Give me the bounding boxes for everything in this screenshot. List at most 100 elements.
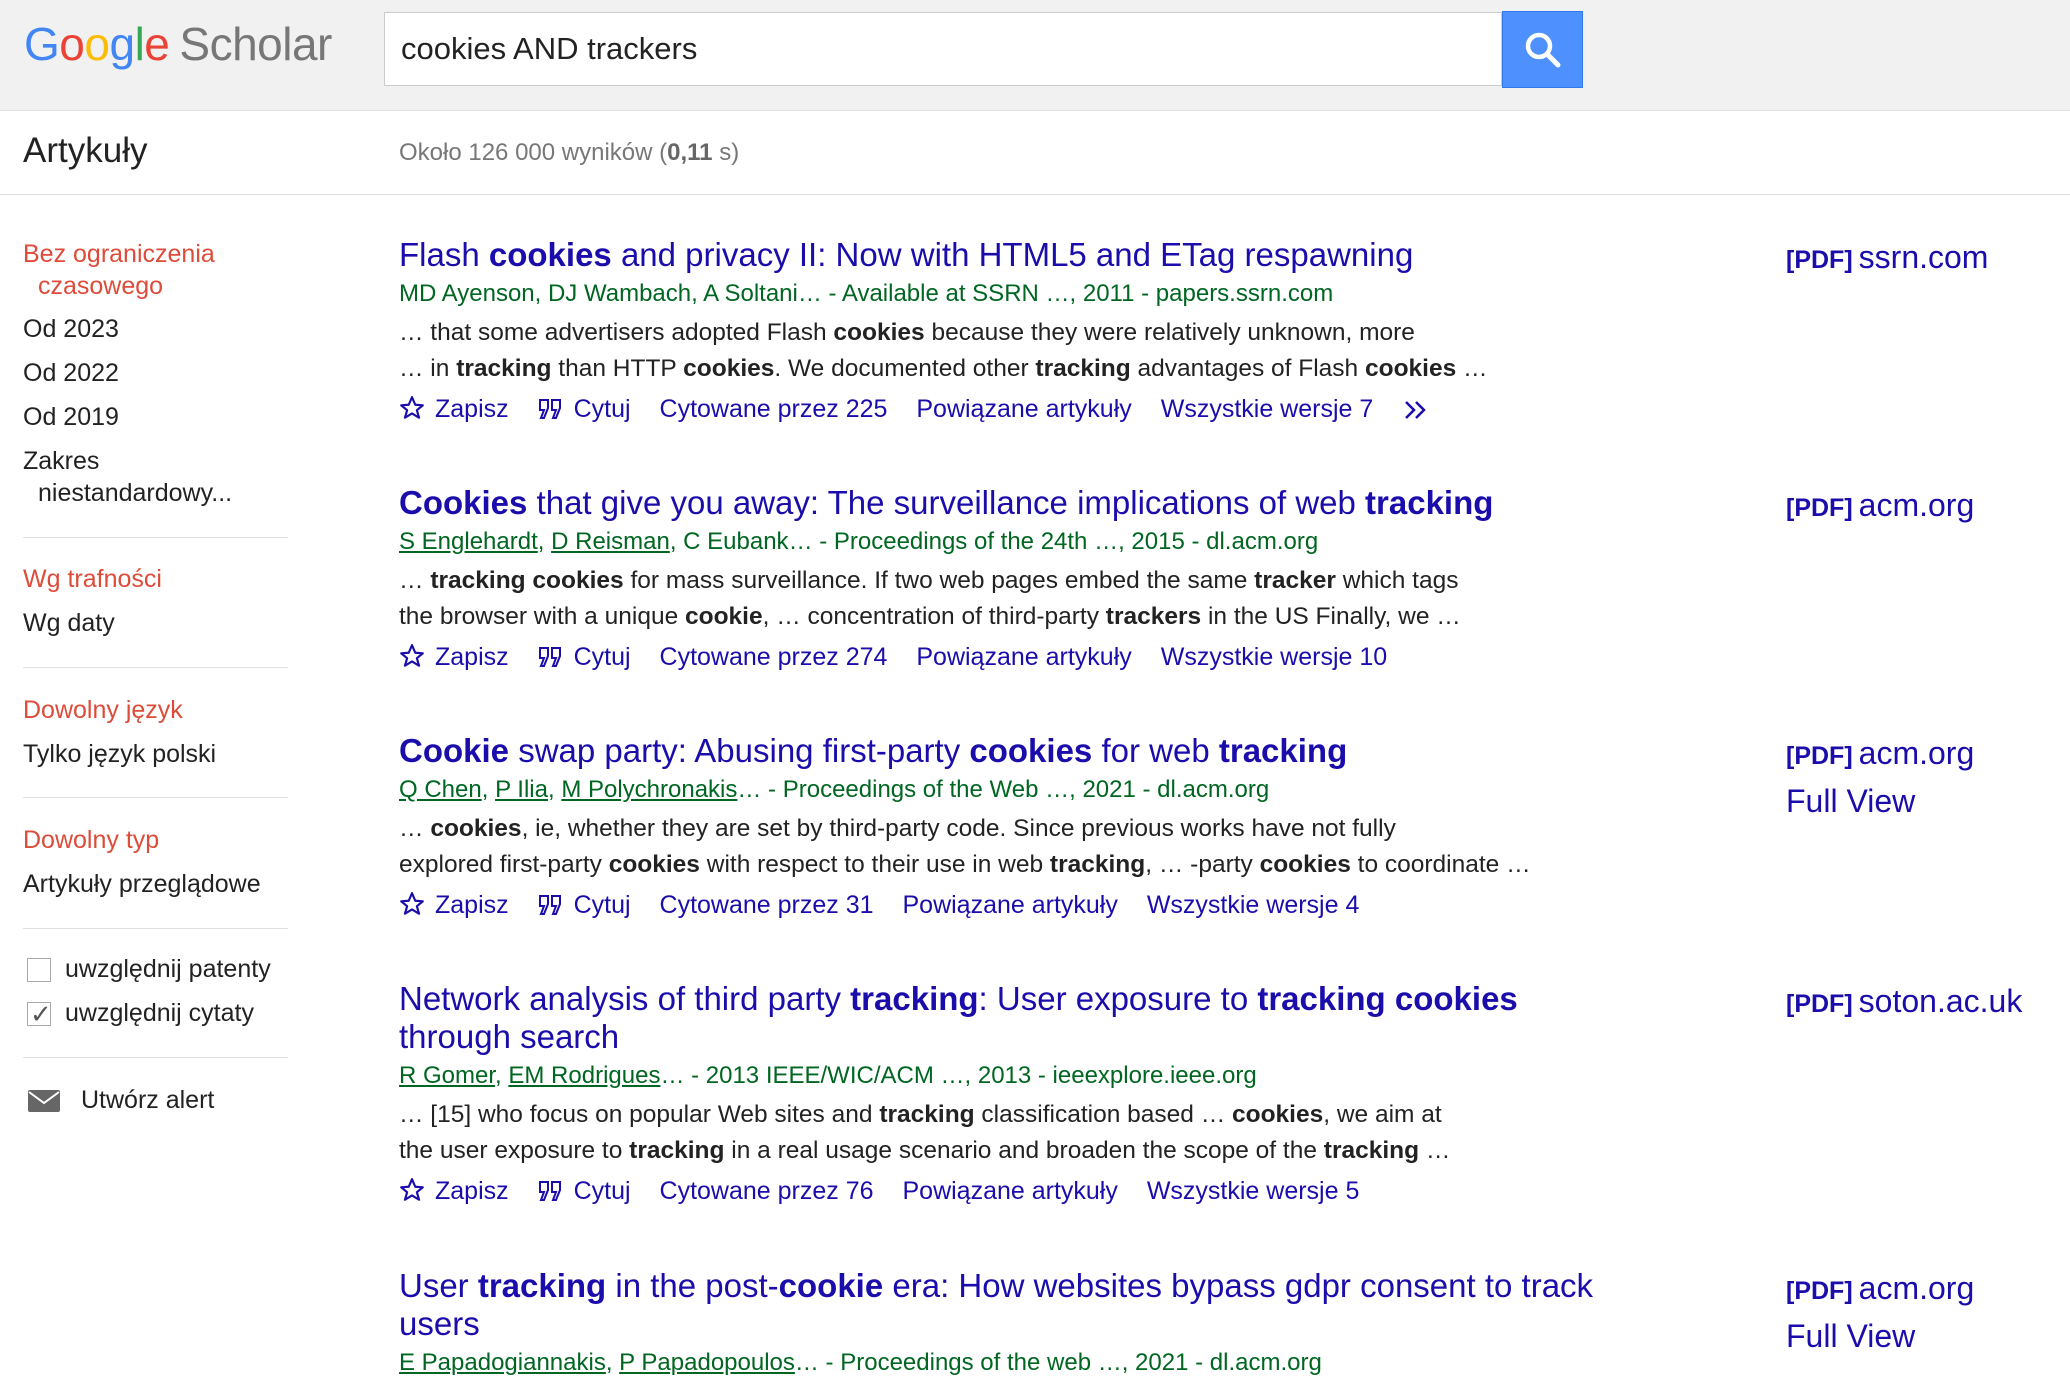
envelope-icon bbox=[28, 1090, 60, 1112]
time-filter-2023[interactable]: Od 2023 bbox=[23, 313, 119, 345]
star-icon bbox=[400, 892, 424, 915]
result-authors: R Gomer, EM Rodrigues… - 2013 IEEE/WIC/A… bbox=[399, 1062, 1257, 1089]
pdf-link[interactable]: [PDF] soton.ac.uk bbox=[1786, 978, 2022, 1027]
include-patents-label[interactable]: uwzględnij patenty bbox=[65, 953, 271, 985]
all-versions-link[interactable]: Wszystkie wersje 10 bbox=[1161, 639, 1387, 675]
result-actions: Zapisz Cytuj Cytowane przez 76 Powiązane… bbox=[399, 1173, 1599, 1209]
pdf-link[interactable]: [PDF] acm.org bbox=[1786, 730, 1974, 779]
include-patents-checkbox[interactable] bbox=[27, 958, 51, 982]
result-authors: E Papadogiannakis, P Papadopoulos… - Pro… bbox=[399, 1349, 1322, 1376]
quote-icon bbox=[538, 647, 561, 667]
type-review[interactable]: Artykuły przeglądowe bbox=[23, 868, 261, 900]
time-filter-custom[interactable]: Zakres niestandardowy... bbox=[23, 445, 232, 509]
all-versions-link[interactable]: Wszystkie wersje 7 bbox=[1161, 391, 1374, 427]
result-snippet: … [15] who focus on popular Web sites an… bbox=[399, 1101, 1451, 1164]
pdf-link[interactable]: [PDF] acm.org bbox=[1786, 1265, 1974, 1314]
cite-button[interactable]: Cytuj bbox=[538, 887, 631, 923]
related-articles-link[interactable]: Powiązane artykuły bbox=[902, 1173, 1117, 1209]
result-snippet: … that some advertisers adopted Flash co… bbox=[399, 319, 1488, 382]
sort-by-relevance[interactable]: Wg trafności bbox=[23, 563, 162, 595]
cite-button[interactable]: Cytuj bbox=[538, 639, 631, 675]
cite-button[interactable]: Cytuj bbox=[538, 1173, 631, 1209]
save-button[interactable]: Zapisz bbox=[399, 391, 509, 427]
star-icon bbox=[400, 644, 424, 667]
author-link[interactable]: Q Chen bbox=[399, 776, 482, 803]
all-versions-link[interactable]: Wszystkie wersje 4 bbox=[1147, 887, 1360, 923]
result-title-link[interactable]: Cookie swap party: Abusing first-party c… bbox=[399, 732, 1599, 770]
search-result: Flash cookies and privacy II: Now with H… bbox=[399, 236, 1599, 427]
language-any[interactable]: Dowolny język bbox=[23, 694, 183, 726]
result-title-link[interactable]: User tracking in the post-cookie era: Ho… bbox=[399, 1267, 1599, 1343]
sidebar-divider bbox=[23, 928, 288, 929]
author-link[interactable]: P Papadopoulos bbox=[619, 1349, 795, 1376]
cited-by-link[interactable]: Cytowane przez 31 bbox=[660, 887, 874, 923]
cited-by-link[interactable]: Cytowane przez 225 bbox=[660, 391, 888, 427]
search-input[interactable] bbox=[401, 29, 1481, 69]
save-button[interactable]: Zapisz bbox=[399, 887, 509, 923]
language-polish[interactable]: Tylko język polski bbox=[23, 738, 216, 770]
quote-icon bbox=[538, 895, 561, 915]
include-citations-checkbox[interactable]: ✓ bbox=[27, 999, 52, 1029]
sidebar-divider bbox=[23, 667, 288, 668]
pdf-link[interactable]: [PDF] acm.org bbox=[1786, 482, 1974, 531]
star-icon bbox=[400, 396, 424, 419]
sort-by-date[interactable]: Wg daty bbox=[23, 607, 115, 639]
search-result: Network analysis of third party tracking… bbox=[399, 980, 1599, 1209]
related-articles-link[interactable]: Powiązane artykuły bbox=[916, 391, 1131, 427]
result-actions: Zapisz Cytuj Cytowane przez 274 Powiązan… bbox=[399, 639, 1599, 675]
sidebar-divider bbox=[23, 797, 288, 798]
search-result: Cookie swap party: Abusing first-party c… bbox=[399, 732, 1599, 923]
full-view-link[interactable]: Full View bbox=[1786, 1313, 1915, 1359]
search-box bbox=[384, 12, 1502, 86]
include-citations-label[interactable]: uwzględnij cytaty bbox=[65, 997, 254, 1029]
full-view-link[interactable]: Full View bbox=[1786, 778, 1915, 824]
related-articles-link[interactable]: Powiązane artykuły bbox=[916, 639, 1131, 675]
author-link[interactable]: M Polychronakis bbox=[561, 776, 737, 803]
result-title-link[interactable]: Network analysis of third party tracking… bbox=[399, 980, 1599, 1056]
save-button[interactable]: Zapisz bbox=[399, 1173, 509, 1209]
author-link[interactable]: EM Rodrigues bbox=[508, 1062, 660, 1089]
author-link[interactable]: E Papadogiannakis bbox=[399, 1349, 606, 1376]
related-articles-link[interactable]: Powiązane artykuły bbox=[902, 887, 1117, 923]
author-link[interactable]: D Reisman bbox=[551, 528, 670, 555]
search-result: Cookies that give you away: The surveill… bbox=[399, 484, 1599, 675]
more-actions-button[interactable] bbox=[1402, 391, 1444, 427]
result-actions: Zapisz Cytuj Cytowane przez 31 Powiązane… bbox=[399, 887, 1599, 923]
cited-by-link[interactable]: Cytowane przez 274 bbox=[660, 639, 888, 675]
author-link[interactable]: R Gomer bbox=[399, 1062, 495, 1089]
sidebar-divider bbox=[23, 537, 288, 538]
time-filter-2019[interactable]: Od 2019 bbox=[23, 401, 119, 433]
result-authors: Q Chen, P Ilia, M Polychronakis… - Proce… bbox=[399, 776, 1270, 803]
cited-by-link[interactable]: Cytowane przez 76 bbox=[660, 1173, 874, 1209]
google-scholar-logo[interactable]: Google Scholar bbox=[24, 18, 332, 70]
author-link[interactable]: S Englehardt bbox=[399, 528, 538, 555]
sidebar-divider bbox=[23, 1057, 288, 1058]
time-filter-2022[interactable]: Od 2022 bbox=[23, 357, 119, 389]
checkmark-icon: ✓ bbox=[30, 999, 52, 1029]
section-title[interactable]: Artykuły bbox=[23, 131, 147, 171]
type-any[interactable]: Dowolny typ bbox=[23, 824, 159, 856]
header-bar: Google Scholar bbox=[0, 0, 2070, 111]
time-filter-any[interactable]: Bez ograniczenia czasowego bbox=[23, 238, 215, 302]
result-snippet: … tracking cookies for mass surveillance… bbox=[399, 567, 1461, 630]
author-link[interactable]: P Ilia bbox=[495, 776, 548, 803]
quote-icon bbox=[538, 1181, 561, 1201]
result-title-link[interactable]: Cookies that give you away: The surveill… bbox=[399, 484, 1599, 522]
results-subbar: Artykuły Około 126 000 wyników (0,11 s) bbox=[0, 111, 2070, 195]
result-title-link[interactable]: Flash cookies and privacy II: Now with H… bbox=[399, 236, 1599, 274]
result-authors: MD Ayenson, DJ Wambach, A Soltani… - Ava… bbox=[399, 280, 1334, 307]
quote-icon bbox=[538, 399, 561, 419]
save-button[interactable]: Zapisz bbox=[399, 639, 509, 675]
star-icon bbox=[400, 1178, 424, 1201]
double-chevron-icon bbox=[1405, 401, 1426, 419]
create-alert-link[interactable]: Utwórz alert bbox=[81, 1084, 214, 1116]
pdf-link[interactable]: [PDF] ssrn.com bbox=[1786, 234, 1988, 283]
cite-button[interactable]: Cytuj bbox=[538, 391, 631, 427]
results-count: Około 126 000 wyników (0,11 s) bbox=[399, 139, 740, 166]
all-versions-link[interactable]: Wszystkie wersje 5 bbox=[1147, 1173, 1360, 1209]
result-snippet: … cookies, ie, whether they are set by t… bbox=[399, 815, 1531, 878]
search-icon bbox=[1525, 32, 1561, 68]
search-button[interactable] bbox=[1502, 11, 1583, 88]
result-authors: S Englehardt, D Reisman, C Eubank… - Pro… bbox=[399, 528, 1319, 555]
result-actions: Zapisz Cytuj Cytowane przez 225 Powiązan… bbox=[399, 391, 1599, 427]
